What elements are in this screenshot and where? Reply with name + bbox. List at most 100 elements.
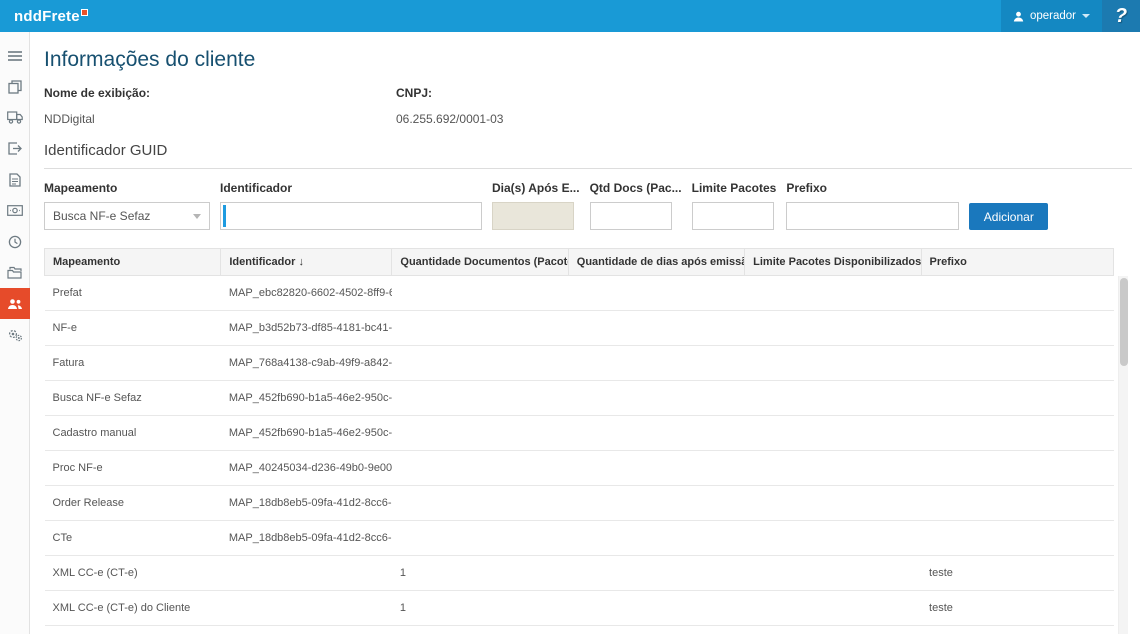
- column-header[interactable]: Mapeamento: [45, 249, 221, 276]
- table-row[interactable]: Cadastro manualMAP_452fb690-b1a5-46e2-95…: [45, 416, 1114, 451]
- table-row[interactable]: Proc NF-eMAP_40245034-d236-49b0-9e00-46e…: [45, 451, 1114, 486]
- mapeamento-selected-value: Busca NF-e Sefaz: [53, 209, 150, 223]
- logo-mark-icon: [81, 9, 88, 16]
- table-cell: [568, 591, 744, 626]
- page-title: Informações do cliente: [44, 48, 1132, 72]
- table-row[interactable]: FaturaMAP_768a4138-c9ab-49f9-a842-db40..…: [45, 346, 1114, 381]
- column-header[interactable]: Prefixo: [921, 249, 1113, 276]
- table-cell: Cadastro manual: [45, 416, 221, 451]
- table-row[interactable]: NF-eMAP_b3d52b73-df85-4181-bc41-5527...: [45, 311, 1114, 346]
- dias-input: [492, 202, 574, 230]
- sidebar-item-menu[interactable]: [0, 40, 30, 71]
- table-cell: XML CC-e (CT-e) do Cliente: [45, 591, 221, 626]
- prefixo-input[interactable]: [786, 202, 959, 230]
- table-cell: MAP_452fb690-b1a5-46e2-950c-02b2...: [221, 416, 392, 451]
- table-cell: Busca NF-e Sefaz: [45, 381, 221, 416]
- table-cell: [568, 486, 744, 521]
- column-header[interactable]: Quantidade Documentos (Pacote): [392, 249, 568, 276]
- chevron-down-icon: [1082, 14, 1090, 18]
- sort-desc-icon: ↓: [295, 256, 304, 268]
- table-cell: [392, 311, 568, 346]
- table-cell: [221, 591, 392, 626]
- table-cell: [745, 416, 921, 451]
- table-cell: [392, 521, 568, 556]
- table-cell: [745, 556, 921, 591]
- column-header[interactable]: Quantidade de dias após emissão: [568, 249, 744, 276]
- table-cell: [392, 416, 568, 451]
- table-cell: [921, 451, 1113, 486]
- table-cell: [392, 486, 568, 521]
- table-cell: [745, 311, 921, 346]
- menu-icon: [8, 50, 22, 62]
- client-fields: Nome de exibição: NDDigital CNPJ: 06.255…: [44, 86, 1132, 126]
- table-cell: teste: [921, 556, 1113, 591]
- table-row[interactable]: XML CC-e (CT-e) do Cliente 1 teste: [45, 591, 1114, 626]
- scrollbar-thumb[interactable]: [1120, 278, 1128, 366]
- table-cell: [568, 451, 744, 486]
- table-cell: [921, 416, 1113, 451]
- sidebar-item-invoice[interactable]: [0, 195, 30, 226]
- export-icon: [8, 142, 22, 155]
- table-cell: MAP_b3d52b73-df85-4181-bc41-5527...: [221, 311, 392, 346]
- mapeamento-select[interactable]: Busca NF-e Sefaz: [44, 202, 210, 230]
- table-cell: [568, 346, 744, 381]
- qtd-docs-input[interactable]: [590, 202, 672, 230]
- table-cell: Prefat: [45, 276, 221, 311]
- table-row[interactable]: PrefatMAP_ebc82820-6602-4502-8ff9-6b2da.…: [45, 276, 1114, 311]
- table-cell: MAP_452fb690-b1a5-46e2-950c-02b2...: [221, 381, 392, 416]
- help-button[interactable]: ?: [1102, 0, 1140, 32]
- table-row[interactable]: Order ReleaseMAP_18db8eb5-09fa-41d2-8cc6…: [45, 486, 1114, 521]
- table-cell: MAP_40245034-d236-49b0-9e00-46e9...: [221, 451, 392, 486]
- copy-icon: [8, 80, 22, 94]
- limite-pacotes-label: Limite Pacotes: [692, 181, 777, 195]
- display-name-value: NDDigital: [44, 112, 396, 126]
- table-row[interactable]: Busca NF-e SefazMAP_452fb690-b1a5-46e2-9…: [45, 381, 1114, 416]
- table-cell: CTe: [45, 521, 221, 556]
- table-cell: [921, 311, 1113, 346]
- table-cell: [392, 381, 568, 416]
- table-cell: [921, 521, 1113, 556]
- sidebar-item-copy[interactable]: [0, 71, 30, 102]
- table-cell: [221, 556, 392, 591]
- sidebar-item-settings[interactable]: [0, 319, 30, 350]
- column-header[interactable]: Limite Pacotes Disponibilizados: [745, 249, 921, 276]
- guid-table: MapeamentoIdentificador ↓Quantidade Docu…: [44, 248, 1128, 626]
- table-body: PrefatMAP_ebc82820-6602-4502-8ff9-6b2da.…: [45, 276, 1114, 626]
- table-cell: Order Release: [45, 486, 221, 521]
- user-menu-button[interactable]: operador: [1001, 0, 1102, 32]
- adicionar-button[interactable]: Adicionar: [969, 203, 1048, 230]
- table-cell: MAP_768a4138-c9ab-49f9-a842-db40...: [221, 346, 392, 381]
- table-cell: teste: [921, 591, 1113, 626]
- table-cell: [745, 276, 921, 311]
- table-cell: 1: [392, 591, 568, 626]
- table-scrollbar[interactable]: [1118, 276, 1128, 634]
- table-cell: [568, 416, 744, 451]
- sidebar-item-folders[interactable]: [0, 257, 30, 288]
- sidebar-item-truck[interactable]: [0, 102, 30, 133]
- table-cell: [921, 381, 1113, 416]
- table-cell: [745, 486, 921, 521]
- qtd-docs-label: Qtd Docs (Pac...: [590, 181, 682, 195]
- main-content: Informações do cliente Nome de exibição:…: [30, 32, 1140, 634]
- table-cell: MAP_18db8eb5-09fa-41d2-8cc6-83db...: [221, 486, 392, 521]
- app-logo: nddFrete: [14, 8, 88, 25]
- table-row[interactable]: XML CC-e (CT-e)1teste: [45, 556, 1114, 591]
- table-cell: [745, 591, 921, 626]
- money-icon: [7, 205, 23, 216]
- document-icon: [9, 173, 21, 187]
- sidebar-item-export[interactable]: [0, 133, 30, 164]
- logo-text: nddFrete: [14, 8, 80, 25]
- sidebar-item-history[interactable]: [0, 226, 30, 257]
- truck-icon: [7, 111, 23, 124]
- users-icon: [7, 298, 23, 310]
- table-row[interactable]: CTeMAP_18db8eb5-09fa-41d2-8cc6-83db...: [45, 521, 1114, 556]
- identificador-input[interactable]: [220, 202, 482, 230]
- table-cell: [568, 556, 744, 591]
- cnpj-value: 06.255.692/0001-03: [396, 112, 748, 126]
- sidebar-item-clients[interactable]: [0, 288, 30, 319]
- column-header[interactable]: Identificador ↓: [221, 249, 392, 276]
- limite-pacotes-input[interactable]: [692, 202, 774, 230]
- sidebar-item-document[interactable]: [0, 164, 30, 195]
- top-bar: nddFrete operador ?: [0, 0, 1140, 32]
- table-cell: MAP_ebc82820-6602-4502-8ff9-6b2da...: [221, 276, 392, 311]
